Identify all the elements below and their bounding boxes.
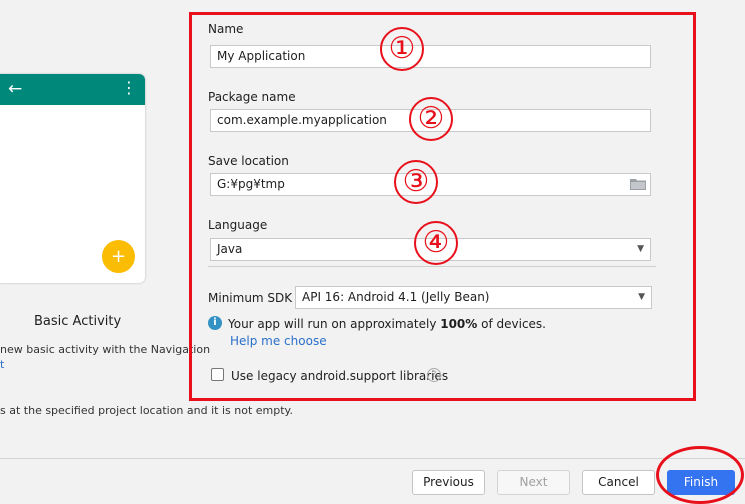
annotation-2: ②	[409, 97, 453, 141]
activity-description-cont: t	[0, 358, 5, 371]
annotation-4: ④	[414, 221, 458, 265]
footer-divider	[0, 458, 745, 459]
fab-plus-icon: +	[102, 240, 135, 273]
chevron-down-icon: ▼	[637, 244, 644, 254]
activity-description: new basic activity with the Navigation	[0, 343, 211, 356]
next-button[interactable]: Next	[497, 470, 570, 495]
coverage-percent: 100%	[440, 317, 478, 331]
overflow-menu-icon: ⋮	[121, 78, 137, 97]
activity-title: Basic Activity	[34, 314, 122, 329]
name-label: Name	[208, 22, 244, 36]
package-label: Package name	[208, 90, 296, 104]
min-sdk-value: API 16: Android 4.1 (Jelly Bean)	[302, 290, 490, 304]
help-me-choose-link[interactable]: Help me choose	[230, 334, 327, 348]
help-question-icon[interactable]: ?	[427, 368, 441, 382]
annotation-3: ③	[394, 160, 438, 204]
language-label: Language	[208, 218, 268, 232]
previous-button[interactable]: Previous	[412, 470, 485, 495]
chevron-down-icon: ▼	[638, 292, 645, 302]
coverage-suffix: of devices.	[477, 317, 546, 331]
language-value: Java	[217, 242, 243, 256]
cancel-button[interactable]: Cancel	[582, 470, 655, 495]
folder-icon[interactable]	[630, 178, 646, 190]
back-arrow-icon: ←	[8, 79, 23, 99]
name-field[interactable]: My Application	[210, 45, 651, 68]
coverage-prefix: Your app will run on approximately	[228, 317, 441, 331]
info-icon: i	[208, 316, 222, 330]
min-sdk-label: Minimum SDK	[208, 291, 293, 305]
finish-annotation-ring	[656, 446, 744, 504]
preview-app-bar: ← ⋮	[0, 74, 145, 105]
save-location-label: Save location	[208, 154, 289, 168]
legacy-support-label[interactable]: Use legacy android.support libraries	[231, 369, 448, 383]
device-coverage-text: Your app will run on approximately 100% …	[228, 317, 546, 331]
location-warning: s at the specified project location and …	[0, 404, 293, 417]
divider	[208, 266, 656, 267]
min-sdk-dropdown[interactable]: API 16: Android 4.1 (Jelly Bean) ▼	[295, 286, 652, 309]
save-location-value: G:¥pg¥tmp	[217, 177, 285, 191]
legacy-support-checkbox[interactable]	[211, 368, 224, 381]
template-preview: ← ⋮ +	[0, 74, 145, 283]
annotation-1: ①	[380, 27, 424, 71]
